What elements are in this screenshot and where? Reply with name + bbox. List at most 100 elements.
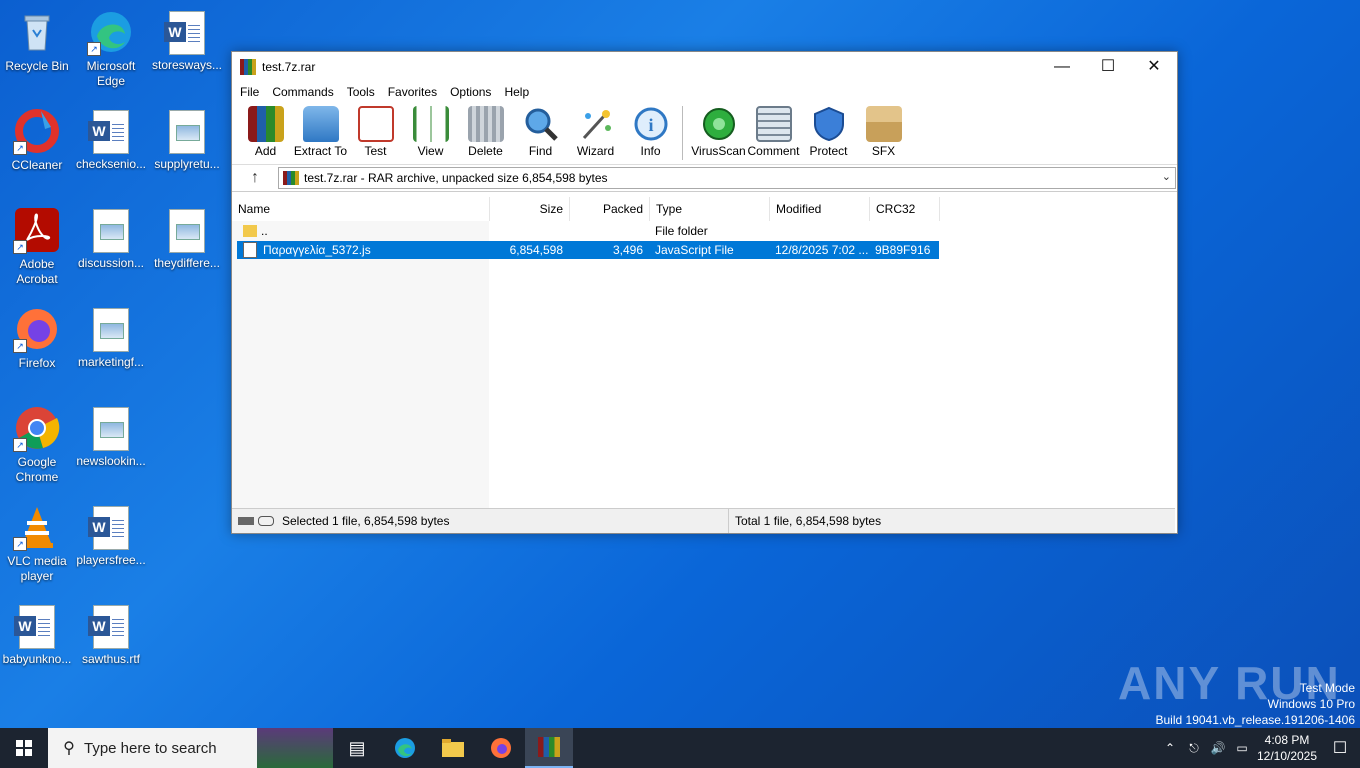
desktop-icon-discussion[interactable]: discussion... xyxy=(74,206,148,271)
table-row-selected[interactable]: Παραγγελία_5372.js 6,854,598 3,496 JavaS… xyxy=(237,241,939,259)
image-file-icon xyxy=(169,110,205,154)
desktop-icon-label: sawthus.rtf xyxy=(81,652,141,666)
view-button[interactable]: View xyxy=(403,102,458,158)
network-icon[interactable]: ⎋ xyxy=(1182,741,1206,756)
desktop-icon-label: Recycle Bin xyxy=(5,59,69,73)
menu-file[interactable]: File xyxy=(234,85,266,99)
desktop-icon-checksenio[interactable]: W checksenio... xyxy=(74,107,148,172)
word-doc-icon: W xyxy=(88,605,129,649)
desktop-icon-supplyretu[interactable]: supplyretu... xyxy=(150,107,224,172)
column-header-size[interactable]: Size xyxy=(490,197,570,221)
start-button[interactable] xyxy=(0,728,48,768)
drive-icon xyxy=(238,517,254,525)
menu-help[interactable]: Help xyxy=(498,85,536,99)
key-icon[interactable] xyxy=(258,516,274,526)
file-packed: 3,496 xyxy=(612,243,643,257)
file-crc xyxy=(869,222,939,240)
desktop-icon-label: VLC media player xyxy=(7,554,67,583)
desktop-icon-recycle-bin[interactable]: Recycle Bin xyxy=(0,8,74,74)
desktop-icon-playersfree[interactable]: W playersfree... xyxy=(74,503,148,568)
info-button[interactable]: i Info xyxy=(623,102,678,158)
desktop-icon-ccleaner[interactable]: ↗ CCleaner xyxy=(0,107,74,173)
clock-time: 4:08 PM xyxy=(1264,733,1310,747)
menu-tools[interactable]: Tools xyxy=(341,85,382,99)
taskbar-search[interactable]: ⚲ Type here to search xyxy=(48,728,333,768)
delete-button[interactable]: Delete xyxy=(458,102,513,158)
volume-icon[interactable]: 🔊 xyxy=(1206,741,1230,755)
image-file-icon xyxy=(169,209,205,253)
desktop-icon-firefox[interactable]: ↗ Firefox xyxy=(0,305,74,371)
menu-options[interactable]: Options xyxy=(444,85,498,99)
add-button[interactable]: Add xyxy=(238,102,293,158)
virusscan-button[interactable]: VirusScan xyxy=(691,102,746,158)
image-file-icon xyxy=(93,308,129,352)
desktop-icon-newslookin[interactable]: newslookin... xyxy=(74,404,148,469)
edge-icon: ↗ xyxy=(87,8,135,56)
extract-to-label: Extract To xyxy=(293,144,348,158)
maximize-button[interactable]: ☐ xyxy=(1085,52,1131,82)
column-header-name[interactable]: Name xyxy=(232,197,490,221)
file-modified: 12/8/2025 7:02 ... xyxy=(775,243,869,257)
desktop-icon-label: discussion... xyxy=(77,256,145,270)
word-doc-icon: W xyxy=(88,110,129,154)
clock[interactable]: 4:08 PM 12/10/2025 xyxy=(1254,732,1320,764)
sfx-box-icon xyxy=(865,106,902,142)
title-bar[interactable]: test.7z.rar — ☐ ✕ xyxy=(232,52,1177,82)
find-button[interactable]: Find xyxy=(513,102,568,158)
svg-text:i: i xyxy=(648,115,653,135)
desktop-icon-babyunkno[interactable]: W babyunkno... xyxy=(0,602,74,667)
table-row[interactable]: .. File folder xyxy=(237,222,939,240)
column-header-type[interactable]: Type xyxy=(650,197,770,221)
desktop-icon-label: playersfree... xyxy=(76,553,146,567)
desktop-icon-label: supplyretu... xyxy=(154,157,220,171)
firefox-taskbar-icon[interactable] xyxy=(477,728,525,768)
desktop-icon-acrobat[interactable]: ↗ Adobe Acrobat xyxy=(0,206,74,287)
minimize-button[interactable]: — xyxy=(1039,52,1085,82)
vlc-icon: ↗ xyxy=(13,503,61,551)
sfx-button[interactable]: SFX xyxy=(856,102,911,158)
close-button[interactable]: ✕ xyxy=(1131,52,1177,82)
column-header-modified[interactable]: Modified xyxy=(770,197,870,221)
extract-to-button[interactable]: Extract To xyxy=(293,102,348,158)
desktop-icon-vlc[interactable]: ↗ VLC media player xyxy=(0,503,74,584)
address-dropdown[interactable]: test.7z.rar - RAR archive, unpacked size… xyxy=(278,167,1176,189)
desktop-icon-label: checksenio... xyxy=(75,157,147,171)
file-explorer-icon[interactable] xyxy=(429,728,477,768)
menu-commands[interactable]: Commands xyxy=(266,85,340,99)
notifications-icon[interactable]: ☐ xyxy=(1320,738,1360,758)
test-button[interactable]: Test xyxy=(348,102,403,158)
desktop-icon-sawthus[interactable]: W sawthus.rtf xyxy=(74,602,148,667)
rar-archive-icon xyxy=(283,171,299,185)
comment-button[interactable]: Comment xyxy=(746,102,801,158)
column-header-crc32[interactable]: CRC32 xyxy=(870,197,940,221)
add-archive-icon xyxy=(247,106,284,142)
chevron-up-icon[interactable]: ⌃ xyxy=(1158,741,1182,755)
desktop-icon-edge[interactable]: ↗ Microsoft Edge xyxy=(74,8,148,89)
shield-icon xyxy=(811,106,847,142)
column-header-packed[interactable]: Packed xyxy=(570,197,650,221)
desktop-icon-label: Google Chrome xyxy=(15,455,59,484)
comment-label: Comment xyxy=(747,144,800,158)
task-view-icon[interactable]: ▤ xyxy=(333,728,381,768)
desktop-icon-chrome[interactable]: ↗ Google Chrome xyxy=(0,404,74,485)
desktop-icon-label: babyunkno... xyxy=(2,652,72,666)
desktop-icon-storesways[interactable]: W storesways... xyxy=(150,8,224,73)
menu-favorites[interactable]: Favorites xyxy=(382,85,444,99)
magnifier-icon xyxy=(523,106,559,142)
up-arrow-icon[interactable]: ↑ xyxy=(232,169,278,187)
display-icon[interactable]: ▭ xyxy=(1230,741,1254,755)
desktop-icon-marketingf[interactable]: marketingf... xyxy=(74,305,148,370)
desktop-icon-theydiffere[interactable]: theydiffere... xyxy=(150,206,224,271)
chevron-down-icon[interactable]: ⌄ xyxy=(1162,170,1171,183)
desktop-icon-label: Microsoft Edge xyxy=(86,59,136,88)
protect-button[interactable]: Protect xyxy=(801,102,856,158)
winrar-taskbar-icon[interactable] xyxy=(525,728,573,768)
info-label: Info xyxy=(640,144,661,158)
file-type: JavaScript File xyxy=(655,243,734,257)
desktop-icon-label: CCleaner xyxy=(11,158,63,172)
column-headers: Name Size Packed Type Modified CRC32 xyxy=(232,197,940,221)
image-file-icon xyxy=(93,407,129,451)
edge-taskbar-icon[interactable] xyxy=(381,728,429,768)
wizard-button[interactable]: Wizard xyxy=(568,102,623,158)
taskbar: ⚲ Type here to search ▤ ⌃ ⎋ 🔊 ▭ 4:08 PM … xyxy=(0,728,1360,768)
